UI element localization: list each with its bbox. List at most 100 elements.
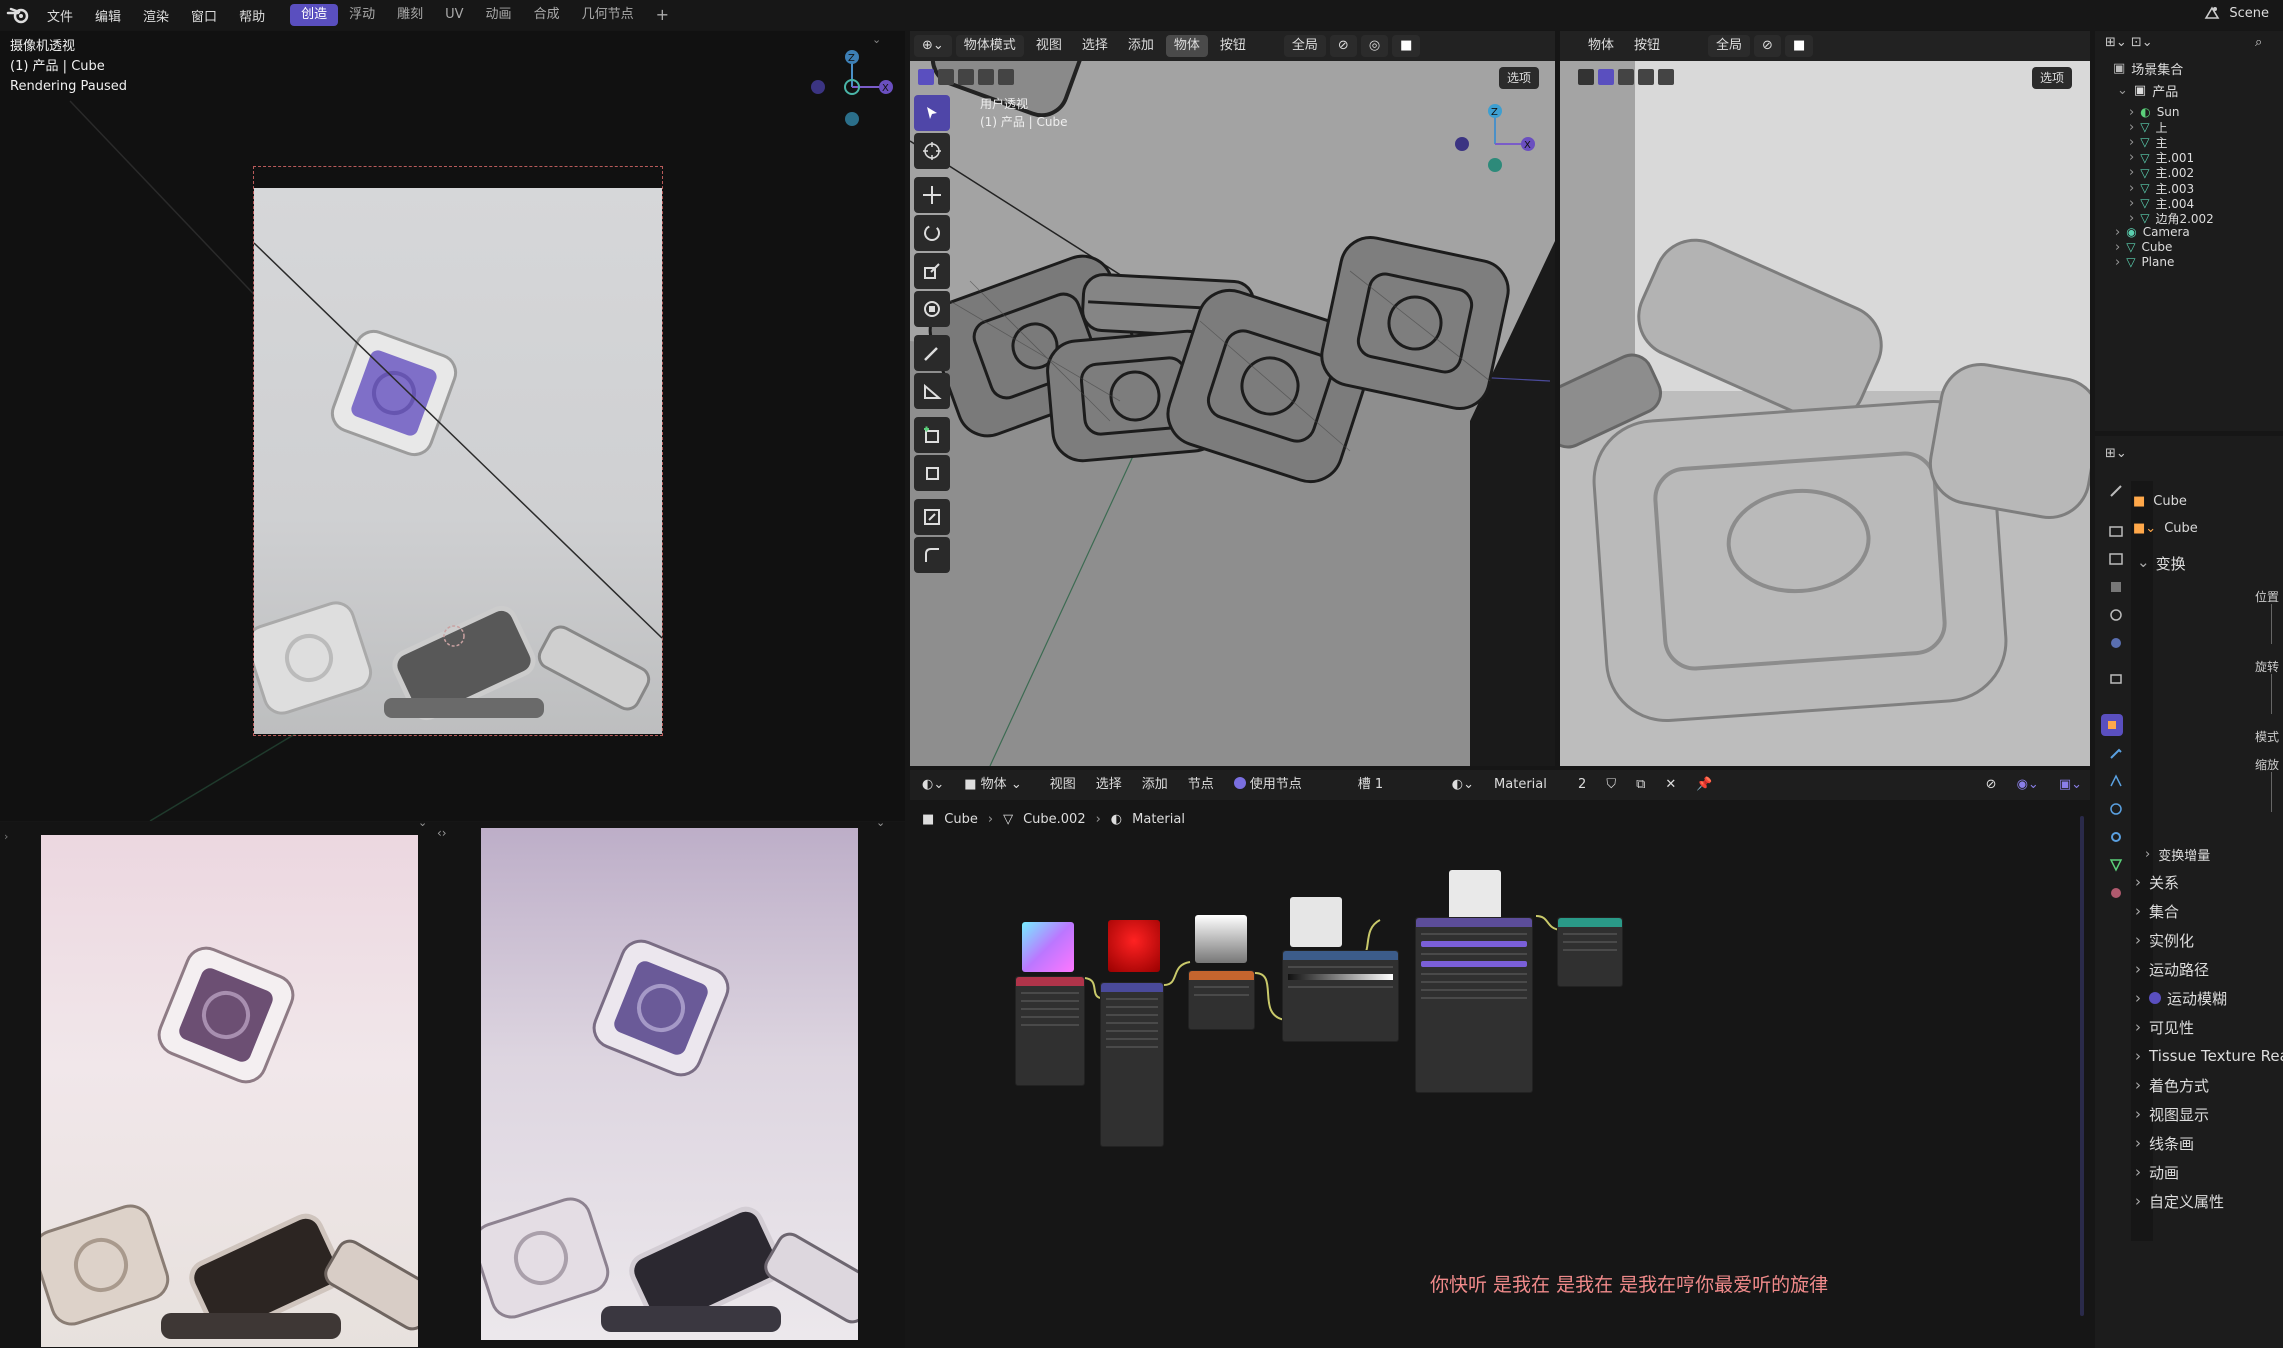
shading-icon[interactable]: ■ xyxy=(1392,35,1421,57)
menu-view[interactable]: 视图 xyxy=(1028,35,1070,57)
select-tool-right-icon[interactable] xyxy=(1578,69,1594,85)
tab-workspace-uv[interactable]: UV xyxy=(434,4,474,26)
scale-tool-icon[interactable] xyxy=(914,253,950,289)
viewport-right[interactable]: 物体 按钮 全局 ⊘ ■ 选项 xyxy=(1560,31,2090,766)
select-new-icon[interactable] xyxy=(918,69,934,85)
select-invert-icon[interactable] xyxy=(978,69,994,85)
rotate-tool-icon[interactable] xyxy=(914,215,950,251)
options-right-dropdown[interactable]: 选项 xyxy=(2032,67,2073,89)
camera-viewport[interactable]: 摄像机透视 (1) 产品 | Cube Rendering Paused Z X xyxy=(0,31,905,821)
node-principled-bsdf[interactable] xyxy=(1415,917,1533,1093)
shading-right-icon[interactable]: ■ xyxy=(1784,35,1814,57)
transform-tool-icon[interactable] xyxy=(914,291,950,327)
mode-dropdown[interactable]: 物体模式 xyxy=(955,35,1024,57)
viewport-3d[interactable]: ⊕⌄ 物体模式 视图 选择 添加 物体 按钮 全局 ⊘ ◎ ■ 选项 用户透视 … xyxy=(910,31,1555,766)
outliner-item-plane[interactable]: › ▽ Plane xyxy=(2115,251,2174,273)
properties-section[interactable]: › 线条画 xyxy=(2135,1130,2194,1156)
modifier-properties-icon[interactable] xyxy=(2105,742,2127,764)
swap-arrows-icon[interactable]: ‹› xyxy=(437,826,447,840)
tool-properties-icon[interactable] xyxy=(2105,480,2127,502)
select-invert-right-icon[interactable] xyxy=(1658,69,1674,85)
transform-orientation-dropdown[interactable]: 全局 xyxy=(1283,35,1326,57)
bevel-tool-icon[interactable] xyxy=(914,537,950,573)
outliner-root[interactable]: 场景集合 xyxy=(2131,59,2183,78)
properties-section[interactable]: › 关系 xyxy=(2135,869,2179,895)
properties-data-name[interactable]: Cube xyxy=(2164,521,2198,536)
viewport-navigation-gizmo[interactable]: Z X xyxy=(1450,99,1540,189)
render-preview-pink[interactable] xyxy=(41,835,418,1347)
section-expand-icon[interactable]: ⌄ xyxy=(2137,553,2150,574)
scene-properties-icon[interactable] xyxy=(2105,604,2127,626)
node-gradient-texture[interactable] xyxy=(1188,970,1255,1030)
menu-select[interactable]: 选择 xyxy=(1074,35,1116,57)
properties-section[interactable]: › Tissue Texture Rea xyxy=(2135,1043,2283,1069)
object-data-icon[interactable]: ■⌄ xyxy=(2133,521,2156,536)
collapse-chevron-icon[interactable]: ⌄ xyxy=(872,33,881,46)
properties-section[interactable]: › 着色方式 xyxy=(2135,1072,2209,1098)
menu-help[interactable]: 帮助 xyxy=(228,6,276,25)
node-color-ramp[interactable] xyxy=(1282,950,1399,1042)
outliner-collection-product[interactable]: 产品 xyxy=(2152,81,2178,100)
outliner-search-icon[interactable]: ⌕ xyxy=(2255,35,2262,50)
properties-section[interactable]: › 运动路径 xyxy=(2135,956,2209,982)
snap-right-icon[interactable]: ⊘ xyxy=(1754,35,1781,57)
properties-section[interactable]: › 动画 xyxy=(2135,1159,2179,1185)
select-box-tool-icon[interactable] xyxy=(914,95,950,131)
node-mapping[interactable] xyxy=(1100,982,1164,1147)
select-intersect-icon[interactable] xyxy=(998,69,1014,85)
chevron-down-icon-2[interactable]: ⌄ xyxy=(876,822,885,829)
move-tool-icon[interactable] xyxy=(914,177,950,213)
options-dropdown[interactable]: 选项 xyxy=(1499,67,1540,89)
editor-type-button[interactable]: ⊕⌄ xyxy=(914,35,952,57)
properties-section[interactable]: › 集合 xyxy=(2135,898,2179,924)
menu-edit[interactable]: 编辑 xyxy=(84,6,132,25)
menu-file[interactable]: 文件 xyxy=(36,6,84,25)
select-subtract-right-icon[interactable] xyxy=(1638,69,1654,85)
add-workspace-button[interactable]: + xyxy=(645,4,680,26)
material-properties-icon[interactable] xyxy=(2105,882,2127,904)
tab-workspace-sculpt[interactable]: 雕刻 xyxy=(386,4,434,26)
constraints-properties-icon[interactable] xyxy=(2105,826,2127,848)
properties-section[interactable]: › 实例化 xyxy=(2135,927,2194,953)
menu-object[interactable]: 物体 xyxy=(1165,35,1208,57)
tab-workspace-float[interactable]: 浮动 xyxy=(338,4,386,26)
inset-tool-icon[interactable] xyxy=(914,499,950,535)
expand-chevron-icon[interactable]: › xyxy=(2115,255,2120,270)
navigation-gizmo[interactable]: Z X xyxy=(800,39,900,129)
particles-properties-icon[interactable] xyxy=(2105,770,2127,792)
menu-buttons-right[interactable]: 按钮 xyxy=(1626,35,1668,57)
shader-node-editor[interactable]: ◐⌄ ■ 物体 ⌄ 视图 选择 添加 节点 使用节点 槽 1 ◐⌄ Materi… xyxy=(910,770,2090,1348)
add-cube-tool-icon[interactable] xyxy=(914,417,950,453)
view-layer-properties-icon[interactable] xyxy=(2105,576,2127,598)
select-extend-right-icon[interactable] xyxy=(1618,69,1634,85)
outliner-filter-icon[interactable]: ⊞⌄ ⊡⌄ xyxy=(2105,35,2153,50)
menu-add[interactable]: 添加 xyxy=(1120,35,1162,57)
chevron-down-icon[interactable]: ⌄ xyxy=(418,822,427,829)
menu-buttons[interactable]: 按钮 xyxy=(1212,35,1254,57)
node-texture-coordinate[interactable] xyxy=(1015,976,1085,1086)
properties-object-name[interactable]: Cube xyxy=(2153,494,2187,509)
menu-window[interactable]: 窗口 xyxy=(180,6,228,25)
select-new-right-icon[interactable] xyxy=(1598,69,1614,85)
transform-orientation-right-dropdown[interactable]: 全局 xyxy=(1708,35,1751,57)
annotate-tool-icon[interactable] xyxy=(914,335,950,371)
checkbox-icon[interactable] xyxy=(2149,992,2161,1004)
properties-section[interactable]: › 可见性 xyxy=(2135,1014,2194,1040)
object-properties-icon[interactable] xyxy=(2101,714,2123,736)
select-subtract-icon[interactable] xyxy=(958,69,974,85)
tab-workspace-create[interactable]: 创造 xyxy=(290,4,339,26)
data-properties-icon[interactable] xyxy=(2105,854,2127,876)
physics-properties-icon[interactable] xyxy=(2105,798,2127,820)
render-properties-icon[interactable] xyxy=(2105,520,2127,542)
properties-section[interactable]: › 变换增量 xyxy=(2145,841,2210,867)
scene-name[interactable]: Scene xyxy=(2229,6,2269,21)
tab-workspace-animation[interactable]: 动画 xyxy=(475,4,523,26)
extrude-tool-icon[interactable] xyxy=(914,455,950,491)
cursor-tool-icon[interactable] xyxy=(914,133,950,169)
tab-workspace-compositing[interactable]: 合成 xyxy=(523,4,571,26)
select-extend-icon[interactable] xyxy=(938,69,954,85)
expand-chevron-icon[interactable]: ⌄ xyxy=(2117,83,2128,98)
properties-section[interactable]: › 视图显示 xyxy=(2135,1101,2209,1127)
output-properties-icon[interactable] xyxy=(2105,548,2127,570)
tab-workspace-geometry-nodes[interactable]: 几何节点 xyxy=(571,4,645,26)
